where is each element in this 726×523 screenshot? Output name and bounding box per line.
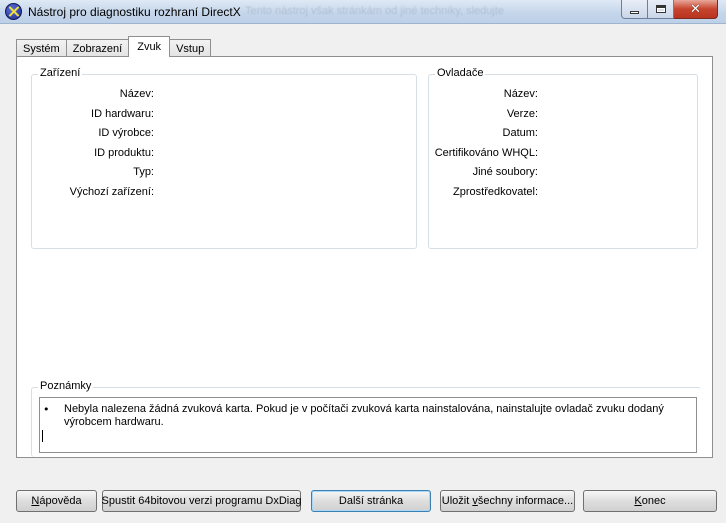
background-window-title: Tento nástroj však stránkám od jiné tech…	[245, 5, 505, 17]
next-page-button[interactable]: Další stránka	[311, 490, 431, 512]
device-hardware-id-label: ID hardwaru:	[91, 108, 154, 120]
close-button[interactable]: ✕	[674, 0, 718, 19]
tab-system[interactable]: Systém	[16, 39, 67, 57]
run-64bit-label: Spustit 64bitovou verzi programu DxDiag	[101, 495, 302, 507]
close-icon: ✕	[690, 1, 701, 17]
next-page-label: Další stránka	[338, 495, 404, 507]
tab-sound[interactable]: Zvuk	[128, 36, 171, 57]
notes-textbox[interactable]: • Nebyla nalezena žádná zvuková karta. P…	[39, 397, 697, 453]
driver-group-title: Ovladače	[435, 67, 486, 79]
device-vendor-id-label: ID výrobce:	[98, 127, 154, 139]
default-device-label: Výchozí zařízení:	[69, 186, 154, 198]
help-label: ápověda	[39, 495, 82, 507]
maximize-button[interactable]	[648, 0, 674, 19]
text-caret	[42, 430, 43, 442]
save-all-pre: Uložit	[441, 495, 473, 507]
window-controls: ✕	[621, 0, 718, 19]
device-name-label: Název:	[119, 88, 154, 100]
maximize-icon	[655, 5, 666, 13]
notes-group-title: Poznámky	[38, 380, 94, 392]
sound-tab-panel: Zařízení Název: ID hardwaru: ID výrobce:…	[16, 56, 713, 458]
run-64bit-button[interactable]: Spustit 64bitovou verzi programu DxDiag	[102, 490, 301, 512]
driver-group: Ovladače Název: Verze: Datum: Certifikov…	[428, 67, 698, 249]
driver-name-label: Název:	[503, 88, 538, 100]
help-button[interactable]: Nápověda	[16, 490, 97, 512]
driver-version-label: Verze:	[506, 108, 538, 120]
save-all-info-button[interactable]: Uložit v šechny informace...	[440, 490, 575, 512]
device-group: Zařízení Název: ID hardwaru: ID výrobce:…	[31, 67, 417, 249]
title-bar[interactable]: Nástroj pro diagnostiku rozhraní DirectX…	[0, 0, 726, 24]
save-all-label: šechny informace...	[477, 495, 574, 507]
driver-other-files-label: Jiné soubory:	[472, 166, 538, 178]
exit-mnemonic: K	[634, 495, 642, 507]
tab-display[interactable]: Zobrazení	[65, 39, 130, 57]
device-product-id-label: ID produktu:	[94, 147, 154, 159]
exit-button[interactable]: Konec	[583, 490, 717, 512]
note-text-line-2: výrobcem hardwaru.	[64, 416, 164, 428]
tab-input[interactable]: Vstup	[169, 39, 212, 57]
window-title: Nástroj pro diagnostiku rozhraní DirectX	[28, 5, 241, 19]
driver-whql-label: Certifikováno WHQL:	[434, 147, 538, 159]
tab-strip: Systém Zobrazení Zvuk Vstup	[16, 36, 212, 57]
device-type-label: Typ:	[133, 166, 154, 178]
directx-app-icon	[5, 3, 22, 20]
minimize-button[interactable]	[621, 0, 648, 19]
driver-date-label: Datum:	[502, 127, 538, 139]
note-text-line-1: Nebyla nalezena žádná zvuková karta. Pok…	[64, 403, 664, 415]
minimize-icon	[630, 10, 639, 14]
help-mnemonic: N	[31, 495, 40, 507]
device-group-title: Zařízení	[38, 67, 83, 79]
note-bullet: •	[43, 403, 50, 416]
exit-label: onec	[641, 495, 666, 507]
driver-provider-label: Zprostředkovatel:	[453, 186, 538, 198]
